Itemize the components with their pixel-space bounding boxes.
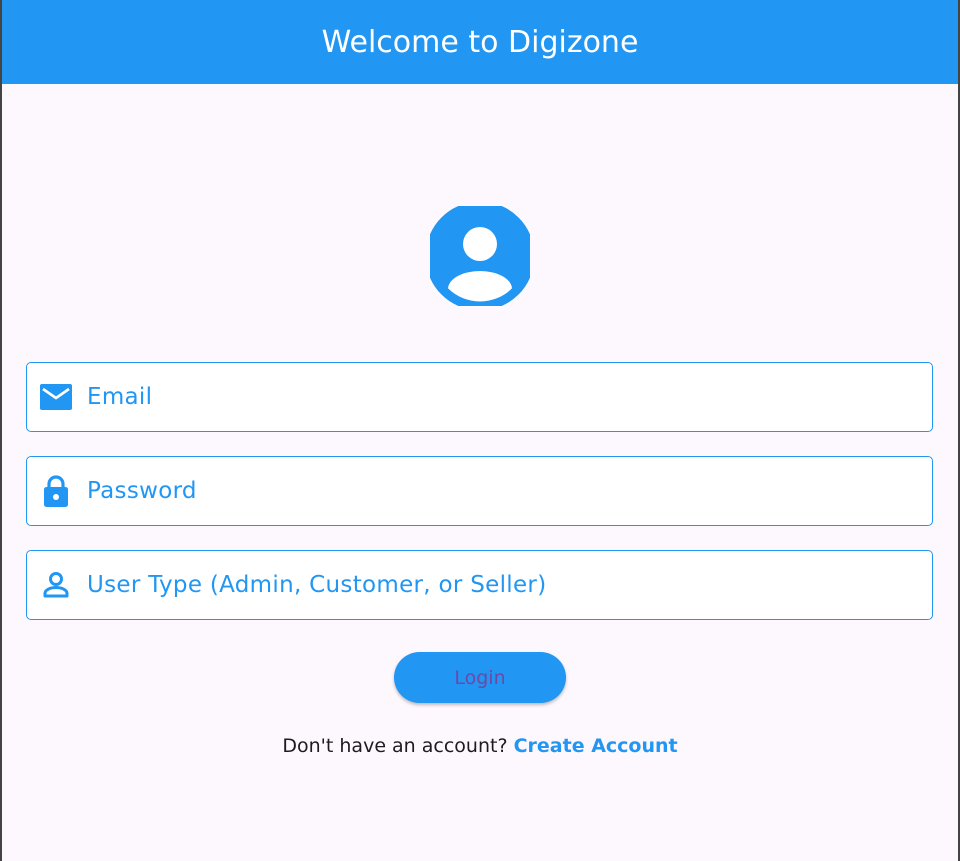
app-bar: Welcome to Digizone: [2, 0, 958, 84]
password-input[interactable]: [87, 457, 917, 525]
email-input[interactable]: [87, 363, 917, 431]
email-field[interactable]: [26, 362, 933, 432]
page-title: Welcome to Digizone: [321, 24, 639, 60]
signup-prompt-text: Don't have an account?: [282, 735, 514, 757]
account-circle-icon: [425, 201, 535, 311]
create-account-link[interactable]: Create Account: [514, 735, 678, 757]
app-window: Welcome to Digizone Email User Type (Adm…: [2, 0, 958, 861]
signup-prompt: Don't have an account? Create Account: [2, 735, 958, 757]
user-type-field[interactable]: [26, 550, 933, 620]
login-button[interactable]: Login: [394, 652, 566, 703]
user-type-input[interactable]: [87, 551, 917, 619]
email-icon: [40, 381, 72, 413]
lock-icon: [40, 475, 72, 507]
password-field[interactable]: [26, 456, 933, 526]
person-icon: [40, 569, 72, 601]
